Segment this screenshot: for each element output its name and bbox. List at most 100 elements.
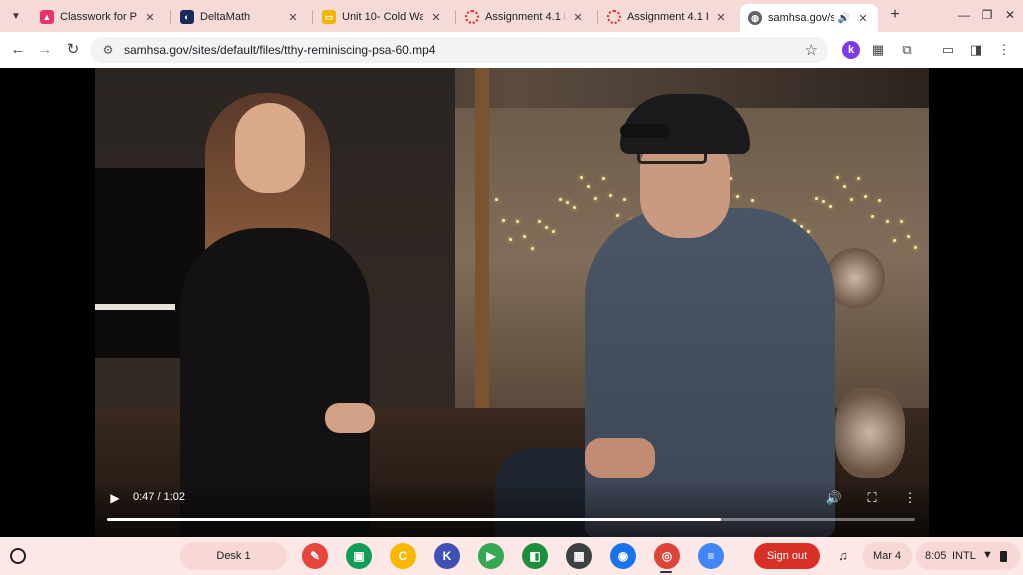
light-dot xyxy=(580,176,584,180)
light-dot xyxy=(828,205,832,209)
piano-keys xyxy=(95,304,175,310)
loading-icon xyxy=(465,10,479,24)
woman-hands xyxy=(325,403,375,433)
globe-icon: ◍ xyxy=(748,11,762,25)
video-frame[interactable] xyxy=(95,68,929,537)
play-store-icon[interactable]: ▶ xyxy=(478,543,504,569)
chrome-icon[interactable]: ◎ xyxy=(654,543,680,569)
camera-icon[interactable]: ◉ xyxy=(610,543,636,569)
light-dot xyxy=(530,246,534,250)
light-dot xyxy=(601,176,605,180)
close-tab-icon[interactable]: ✕ xyxy=(571,11,585,24)
url-text[interactable]: samhsa.gov/sites/default/files/tthy-remi… xyxy=(124,43,435,57)
media-controls-icon[interactable]: ♫ xyxy=(834,547,852,565)
light-dot xyxy=(558,197,562,201)
light-dot xyxy=(814,196,818,200)
cast-icon[interactable]: ▭ xyxy=(939,41,957,59)
sign-out-button[interactable]: Sign out xyxy=(754,543,820,569)
close-tab-icon[interactable]: ✕ xyxy=(429,11,443,24)
fullscreen-icon[interactable]: ⛶ xyxy=(863,489,881,507)
tab-assignment-1[interactable]: Assignment 4.1 Pra ✕ xyxy=(457,4,593,30)
desk-button[interactable]: Desk 1 xyxy=(180,542,287,570)
tab-divider xyxy=(312,10,313,24)
man-hands xyxy=(585,438,655,478)
active-app-indicator xyxy=(660,571,672,573)
light-dot xyxy=(878,199,882,203)
video-controls: ▶ 0:47 / 1:02 🔊 ⛶ ⋮ xyxy=(95,480,929,537)
more-options-icon[interactable]: ⋮ xyxy=(901,489,919,507)
c-app-icon[interactable]: C xyxy=(390,543,416,569)
kami-icon[interactable]: K xyxy=(434,543,460,569)
tab-strip: ▼ ▲ Classwork for PreCa ✕ ◐ DeltaMath ✕ … xyxy=(0,0,1023,32)
forward-arrow-icon[interactable]: → xyxy=(35,40,55,60)
light-dot xyxy=(594,197,598,201)
site-info-icon[interactable]: ⚙ xyxy=(100,42,116,58)
close-tab-icon[interactable]: ✕ xyxy=(143,11,157,24)
light-dot xyxy=(842,185,846,189)
tab-assignment-2[interactable]: Assignment 4.1 Pra ✕ xyxy=(599,4,736,30)
light-dot xyxy=(608,194,612,198)
reload-icon[interactable]: ↻ xyxy=(63,40,83,60)
light-dot xyxy=(871,214,875,218)
status-tray[interactable]: 8:05 INTL ▼ xyxy=(916,542,1020,570)
slides-icon: ▭ xyxy=(322,10,336,24)
tab-deltamath[interactable]: ◐ DeltaMath ✕ xyxy=(172,4,308,30)
qr-code-icon[interactable]: ▦ xyxy=(869,41,887,59)
battery-icon xyxy=(1000,551,1007,562)
light-dot xyxy=(864,194,868,198)
light-dot xyxy=(899,220,903,224)
launcher-icon[interactable] xyxy=(10,548,26,564)
canvas-icon[interactable]: ✎ xyxy=(302,543,328,569)
light-dot xyxy=(615,213,619,217)
back-arrow-icon[interactable]: ← xyxy=(8,40,28,60)
light-dot xyxy=(857,176,861,180)
light-dot xyxy=(502,218,506,222)
close-tab-icon[interactable]: ✕ xyxy=(856,12,870,25)
classroom-app-icon[interactable]: ▣ xyxy=(346,543,372,569)
kami-extension-icon[interactable]: k xyxy=(842,41,860,59)
wood-post xyxy=(475,68,489,408)
docs-icon[interactable]: ≡ xyxy=(698,543,724,569)
light-dot xyxy=(537,219,541,223)
seek-progress xyxy=(107,518,722,521)
address-bar[interactable]: ⚙ samhsa.gov/sites/default/files/tthy-re… xyxy=(90,37,828,63)
chromeos-shelf: Desk 1 ✎ ▣ C K ▶ ◧ ▦ ◉ ◎ ≡ Sign out ♫ Mar 4 8:05 … xyxy=(0,537,1023,575)
tab-samhsa[interactable]: ◍ samhsa.gov/site 🔊 ✕ xyxy=(740,4,878,32)
tab-search-chevron-icon[interactable]: ▼ xyxy=(6,6,26,26)
new-tab-button[interactable]: + xyxy=(886,6,904,24)
close-tab-icon[interactable]: ✕ xyxy=(714,11,728,24)
restore-icon[interactable]: ❐ xyxy=(978,6,996,24)
tab-divider xyxy=(455,10,456,24)
close-tab-icon[interactable]: ✕ xyxy=(286,11,300,24)
light-dot xyxy=(523,234,527,238)
bookmark-star-icon[interactable]: ☆ xyxy=(805,41,818,59)
tab-divider xyxy=(597,10,598,24)
light-dot xyxy=(551,230,555,234)
calculator-icon[interactable]: ▦ xyxy=(566,543,592,569)
light-dot xyxy=(885,219,889,223)
light-dot xyxy=(850,197,853,201)
light-dot xyxy=(821,200,825,204)
files-icon[interactable]: ◧ xyxy=(522,543,548,569)
tab-cold-war[interactable]: ▭ Unit 10- Cold War - C ✕ xyxy=(314,4,451,30)
light-dot xyxy=(566,201,569,205)
volume-icon[interactable]: 🔊 xyxy=(825,489,843,507)
light-dot xyxy=(573,205,577,209)
seek-bar[interactable] xyxy=(107,518,915,521)
side-panel-icon[interactable]: ◨ xyxy=(967,41,985,59)
tab-classwork[interactable]: ▲ Classwork for PreCa ✕ xyxy=(32,4,165,30)
extensions-puzzle-icon[interactable]: ⧉ xyxy=(898,41,916,59)
date-tray[interactable]: Mar 4 xyxy=(862,542,912,570)
audio-playing-icon[interactable]: 🔊 xyxy=(838,13,850,24)
tab-divider xyxy=(170,10,171,24)
input-method: INTL xyxy=(952,550,976,562)
play-icon[interactable]: ▶ xyxy=(107,490,123,506)
close-window-icon[interactable]: ✕ xyxy=(1001,6,1019,24)
browser-toolbar: ← → ↻ ⚙ samhsa.gov/sites/default/files/t… xyxy=(0,32,1023,68)
menu-kebab-icon[interactable]: ⋮ xyxy=(995,41,1013,59)
light-dot xyxy=(736,194,740,198)
deltamath-icon: ◐ xyxy=(180,10,194,24)
light-dot xyxy=(750,198,754,202)
minimize-icon[interactable]: — xyxy=(955,6,973,24)
light-dot xyxy=(807,229,811,233)
